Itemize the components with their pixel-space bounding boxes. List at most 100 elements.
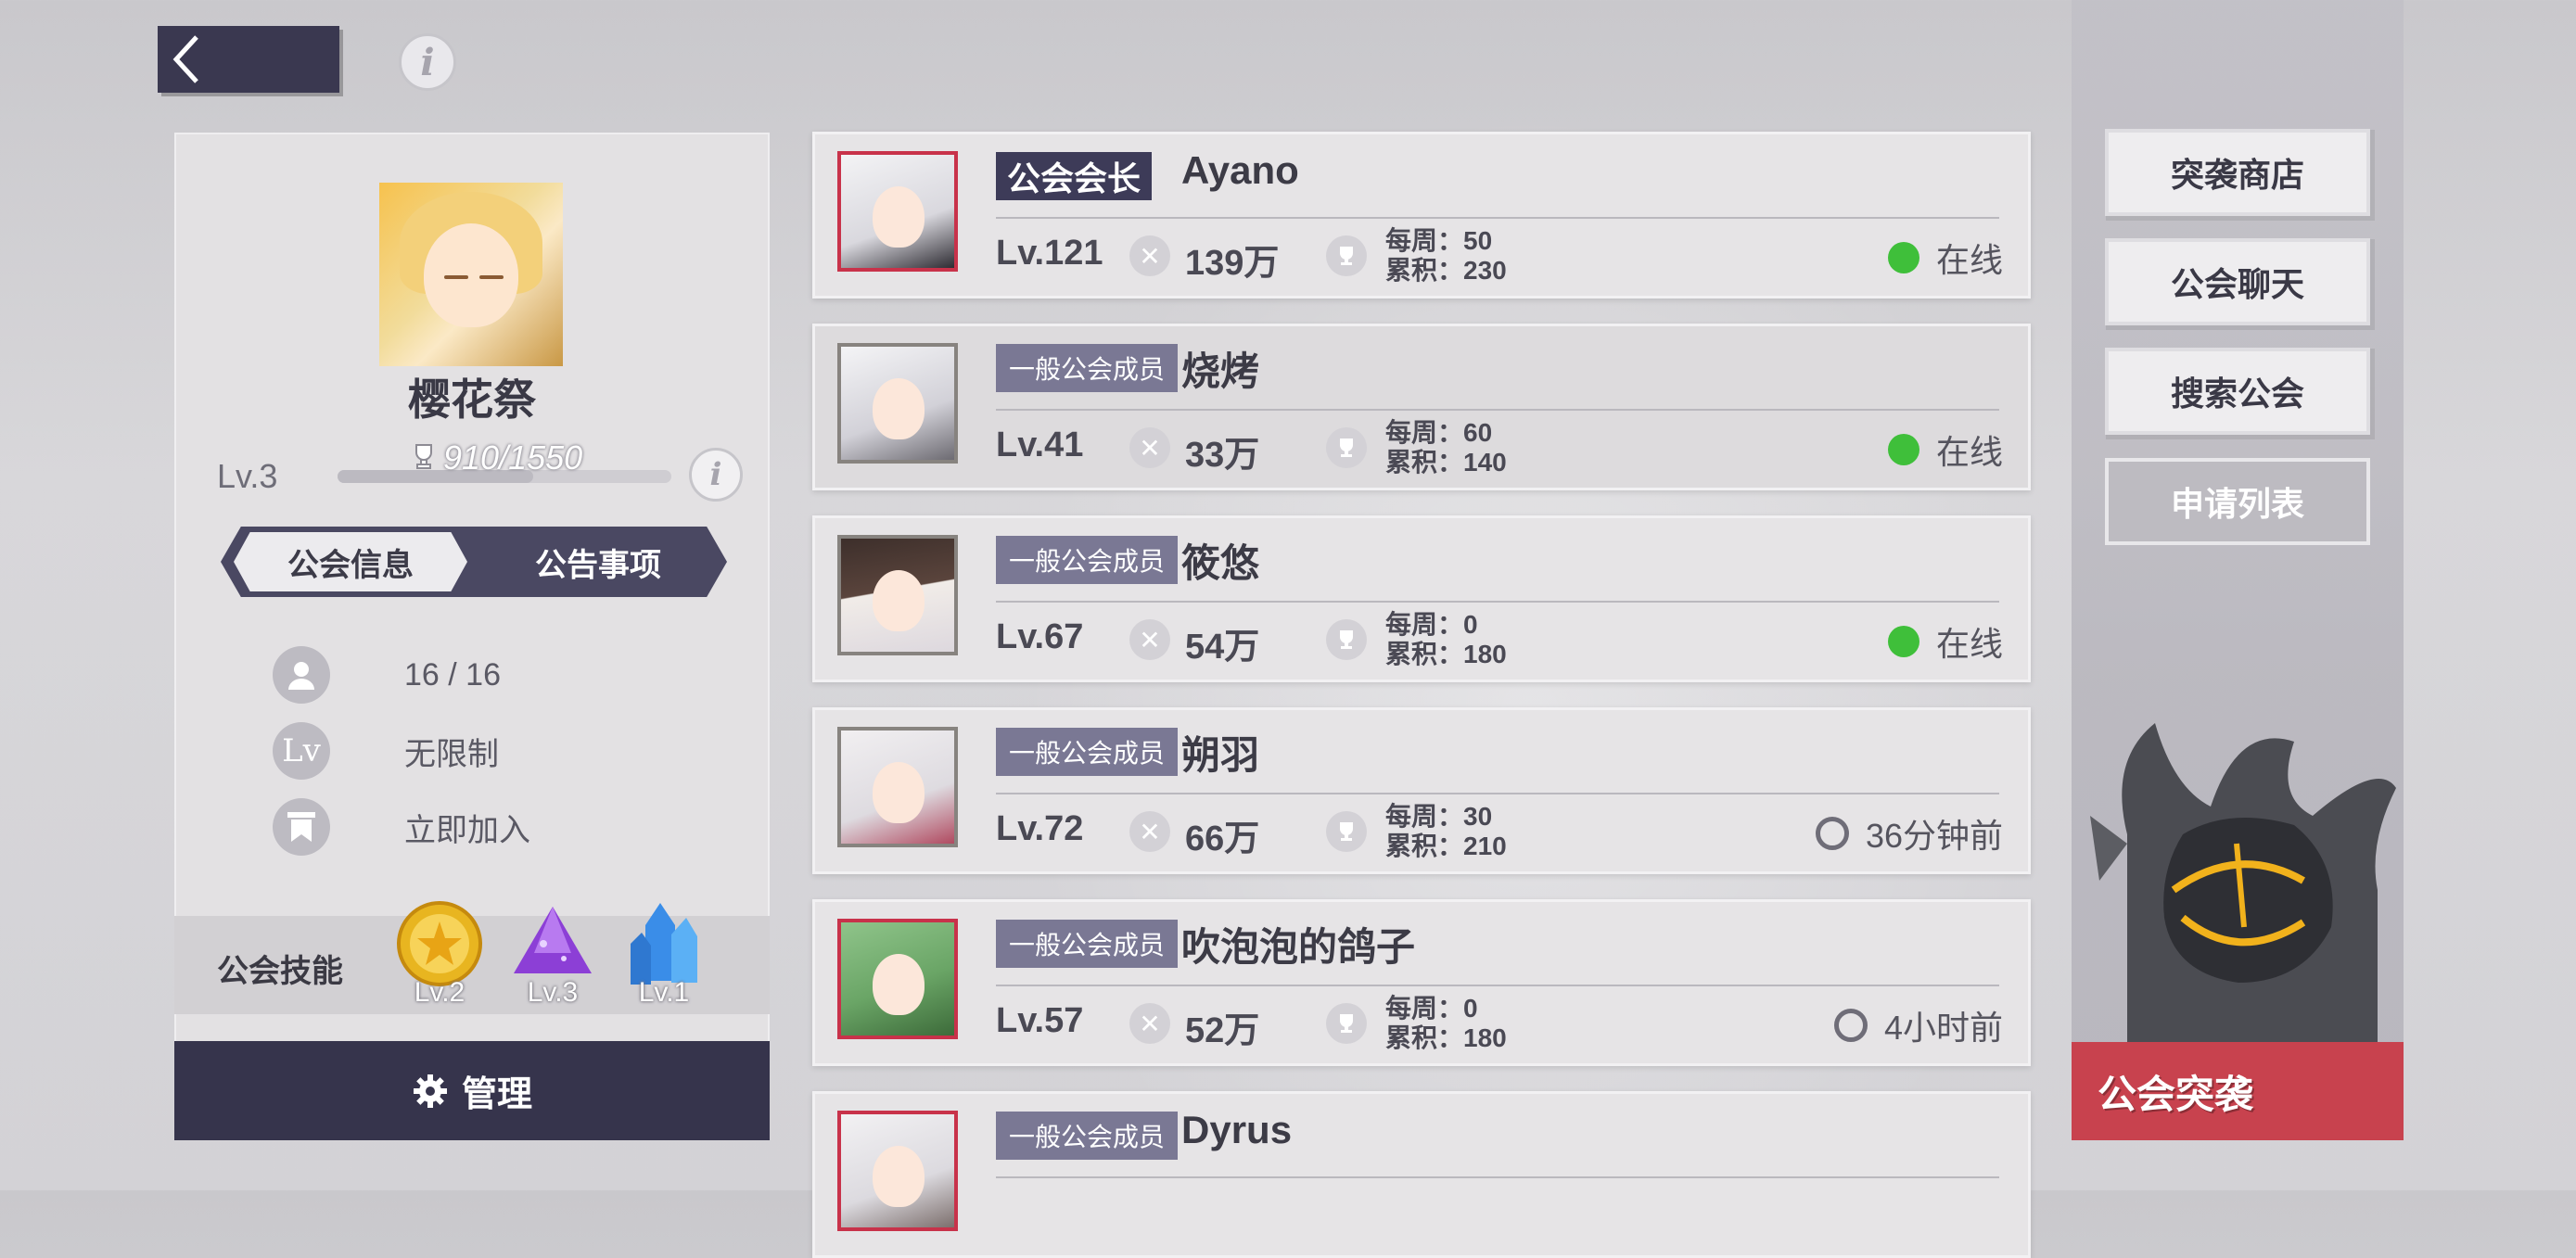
skill-gold[interactable]: Lv.2 (393, 897, 486, 1008)
guild-info-panel: 樱花祭 Lv.3 910/1550 i 公会信息 公告事项 16 / 16 Lv… (174, 133, 770, 1140)
trophy-icon (415, 444, 432, 469)
member-power: 54万 (1185, 628, 1260, 667)
member-icon (273, 646, 330, 704)
weekly-contribution: 每周：30 (1385, 802, 1493, 831)
member-avatar (837, 1111, 958, 1231)
guild-level: Lv.3 (217, 457, 278, 495)
search-guild-button[interactable]: 搜索公会 (2109, 351, 2366, 431)
member-name: 朔羽 (1181, 733, 1260, 777)
member-name: 烧烤 (1181, 349, 1260, 393)
member-level: Lv.121 (996, 234, 1103, 273)
online-dot-icon (1887, 242, 1919, 273)
member-row[interactable]: 一般公会成员 Dyrus (812, 1091, 2031, 1258)
role-badge: 一般公会成员 (996, 728, 1179, 776)
member-row[interactable]: 一般公会成员 朔羽 Lv.72 ✕ 66万 每周：30 累积：210 36分钟前 (812, 707, 2031, 874)
member-name: 吹泡泡的鸽子 (1181, 925, 1416, 969)
weekly-contribution: 每周：60 (1385, 418, 1493, 447)
member-avatar (837, 343, 958, 464)
member-level: Lv.67 (996, 617, 1084, 656)
member-row[interactable]: 一般公会成员 吹泡泡的鸽子 Lv.57 ✕ 52万 每周：0 累积：180 4小… (812, 899, 2031, 1066)
trophy-icon (1326, 427, 1367, 468)
back-button[interactable] (158, 26, 339, 93)
role-badge: 一般公会成员 (996, 1112, 1179, 1160)
guild-info-icon[interactable]: i (689, 448, 743, 502)
skill-purple[interactable]: Lv.3 (506, 897, 599, 1008)
online-dot-icon (1887, 434, 1919, 465)
divider (996, 985, 1999, 986)
divider (996, 601, 1999, 603)
trophy-icon (1326, 235, 1367, 276)
tab-announcements[interactable]: 公告事项 (482, 532, 714, 591)
weekly-contribution: 每周：0 (1385, 610, 1478, 639)
member-power: 33万 (1185, 436, 1260, 475)
level-requirement-row: Lv 无限制 (273, 722, 499, 780)
guild-raid-button[interactable]: 公会突袭 (2072, 1042, 2404, 1140)
member-count: 16 / 16 (404, 656, 501, 693)
divider (996, 1176, 1999, 1178)
member-name: 筱悠 (1181, 541, 1260, 585)
purple-crystal-icon (514, 907, 592, 973)
total-contribution: 累积：140 (1385, 448, 1507, 477)
status: 在线 (1887, 617, 2003, 666)
role-badge: 一般公会成员 (996, 536, 1179, 584)
total-contribution: 累积：230 (1385, 256, 1507, 285)
raid-shop-button[interactable]: 突袭商店 (2109, 133, 2366, 212)
status: 在线 (1887, 426, 2003, 474)
member-name: Dyrus (1181, 1108, 1293, 1151)
join-icon (273, 798, 330, 856)
member-power: 52万 (1185, 1011, 1260, 1050)
member-level: Lv.72 (996, 809, 1084, 848)
join-type: 立即加入 (404, 812, 530, 848)
member-avatar (837, 727, 958, 847)
total-contribution: 累积：180 (1385, 1023, 1507, 1052)
total-contribution: 累积：180 (1385, 640, 1507, 668)
swords-icon: ✕ (1129, 811, 1170, 852)
member-row[interactable]: 一般公会成员 烧烤 Lv.41 ✕ 33万 每周：60 累积：140 在线 (812, 324, 2031, 490)
guild-name: 樱花祭 (408, 375, 536, 424)
manage-label: 管理 (461, 1075, 532, 1114)
swords-icon: ✕ (1129, 1003, 1170, 1044)
swords-icon: ✕ (1129, 427, 1170, 468)
guild-tabs: 公会信息 公告事项 (221, 527, 727, 597)
total-contribution: 累积：210 (1385, 832, 1507, 860)
member-avatar (837, 535, 958, 655)
status: 4小时前 (1833, 1001, 2003, 1049)
status: 在线 (1887, 234, 2003, 282)
guild-avatar (379, 183, 563, 366)
member-row[interactable]: 一般公会成员 筱悠 Lv.67 ✕ 54万 每周：0 累积：180 在线 (812, 515, 2031, 682)
trophy-icon (1326, 619, 1367, 660)
divider (996, 793, 1999, 794)
tab-guild-info[interactable]: 公会信息 (234, 532, 467, 591)
skills-label: 公会技能 (217, 954, 343, 989)
trophy-icon (1326, 811, 1367, 852)
swords-icon: ✕ (1129, 235, 1170, 276)
status: 36分钟前 (1815, 809, 2003, 858)
raid-boss-icon (2090, 723, 2396, 1057)
member-avatar (837, 151, 958, 272)
role-badge: 一般公会成员 (996, 920, 1179, 968)
gear-icon (413, 1074, 447, 1108)
member-level: Lv.57 (996, 1001, 1084, 1040)
divider (996, 409, 1999, 411)
divider (996, 217, 1999, 219)
role-badge: 公会会长 (996, 152, 1153, 200)
offline-ring-icon (1815, 817, 1849, 850)
guild-chat-button[interactable]: 公会聊天 (2109, 242, 2366, 322)
member-avatar (837, 919, 958, 1039)
level-requirement: 无限制 (404, 736, 499, 772)
member-name: Ayano (1181, 148, 1299, 192)
application-list-button[interactable]: 申请列表 (2109, 462, 2366, 541)
member-power: 139万 (1185, 244, 1280, 283)
chevron-left-icon (172, 35, 198, 83)
role-badge: 一般公会成员 (996, 344, 1179, 392)
skill-blue[interactable]: Lv.1 (618, 897, 710, 1008)
info-icon[interactable]: i (399, 33, 456, 91)
member-count-row: 16 / 16 (273, 646, 501, 704)
member-row[interactable]: 公会会长 Ayano Lv.121 ✕ 139万 每周：50 累积：230 在线 (812, 132, 2031, 299)
online-dot-icon (1887, 626, 1919, 657)
member-level: Lv.41 (996, 426, 1084, 464)
member-power: 66万 (1185, 820, 1260, 858)
xp-text: 910/1550 (443, 438, 583, 477)
manage-button[interactable]: 管理 (174, 1041, 770, 1140)
swords-icon: ✕ (1129, 619, 1170, 660)
